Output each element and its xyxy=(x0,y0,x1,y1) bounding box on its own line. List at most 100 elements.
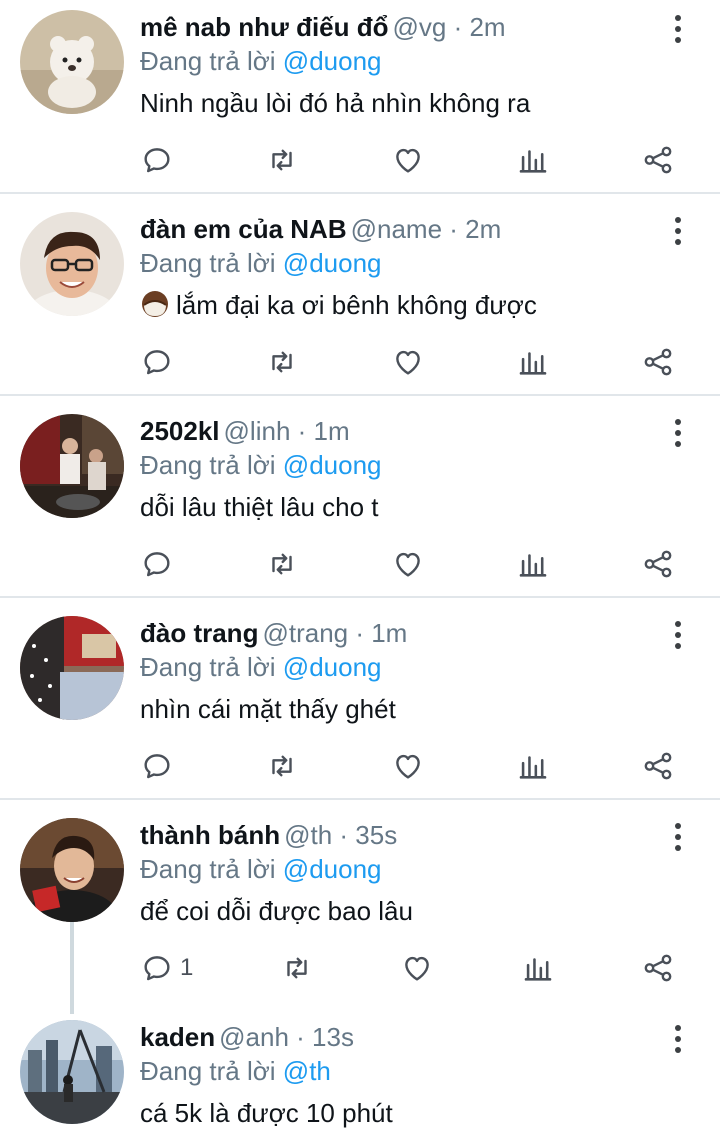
analytics-button[interactable] xyxy=(516,140,550,180)
action-bar xyxy=(140,140,675,180)
reply-feed: mê nab như điếu đổ @vg · 2m Đang trả lời … xyxy=(0,0,720,1148)
retweet-button[interactable] xyxy=(265,140,299,180)
reply-icon xyxy=(144,956,170,981)
analytics-button[interactable] xyxy=(516,544,550,584)
timestamp: · 35s xyxy=(339,820,398,850)
reply-icon xyxy=(144,552,170,577)
more-options-icon[interactable] xyxy=(666,12,690,46)
reply-mention[interactable]: @duong xyxy=(283,652,382,682)
heart-icon xyxy=(395,754,420,779)
author-name[interactable]: kaden xyxy=(140,1022,215,1052)
heart-icon xyxy=(395,552,420,577)
retweet-button[interactable] xyxy=(265,342,299,382)
tweet[interactable]: mê nab như điếu đổ @vg · 2m Đang trả lời … xyxy=(0,0,720,194)
more-options-icon[interactable] xyxy=(666,1022,690,1056)
analytics-button[interactable] xyxy=(516,746,550,786)
more-options-icon[interactable] xyxy=(666,618,690,652)
reply-count: 1 xyxy=(180,954,194,981)
coconut-emoji-icon xyxy=(142,291,168,317)
author-name[interactable]: mê nab như điếu đổ xyxy=(140,12,389,42)
share-button[interactable] xyxy=(641,948,675,988)
reply-mention[interactable]: @duong xyxy=(283,854,382,884)
like-button[interactable] xyxy=(391,544,425,584)
retweet-icon xyxy=(272,553,292,575)
share-icon xyxy=(644,348,672,376)
author-name[interactable]: 2502kl xyxy=(140,416,220,446)
author-handle[interactable]: @name xyxy=(351,214,442,244)
analytics-icon xyxy=(524,958,551,981)
avatar-image xyxy=(20,1020,124,1124)
timestamp: · 13s xyxy=(296,1022,354,1052)
share-button[interactable] xyxy=(641,140,675,180)
like-button[interactable] xyxy=(391,342,425,382)
like-button[interactable] xyxy=(391,746,425,786)
author-name[interactable]: đàn em của NAB xyxy=(140,214,347,244)
analytics-icon xyxy=(519,554,547,577)
reply-mention[interactable]: @th xyxy=(283,1056,331,1086)
tweet-text: Ninh ngầu lòi đó hả nhìn không ra xyxy=(140,88,531,118)
retweet-button[interactable] xyxy=(265,544,299,584)
tweet[interactable]: thành bánh @th · 35s Đang trả lời @duong … xyxy=(0,808,720,1002)
retweet-button[interactable] xyxy=(265,746,299,786)
author-name[interactable]: thành bánh xyxy=(140,820,280,850)
more-options-icon[interactable] xyxy=(666,214,690,248)
analytics-icon xyxy=(519,352,547,375)
author-handle[interactable]: @trang xyxy=(262,618,348,648)
reply-mention[interactable]: @duong xyxy=(283,248,382,278)
avatar[interactable] xyxy=(20,616,124,720)
avatar[interactable] xyxy=(20,818,124,922)
avatar-image xyxy=(20,818,124,922)
tweet[interactable]: đàn em của NAB @name · 2m Đang trả lời @d… xyxy=(0,202,720,396)
more-options-icon[interactable] xyxy=(666,416,690,450)
avatar-image xyxy=(20,10,124,114)
reply-context: Đang trả lời @duong xyxy=(140,44,660,78)
share-button[interactable] xyxy=(641,544,675,584)
analytics-button[interactable] xyxy=(521,948,555,988)
retweet-icon xyxy=(287,957,307,979)
author-handle[interactable]: @anh xyxy=(219,1022,289,1052)
author-handle[interactable]: @th xyxy=(284,820,332,850)
retweet-icon xyxy=(272,351,292,373)
action-bar xyxy=(140,544,675,584)
reply-mention[interactable]: @duong xyxy=(283,450,382,480)
analytics-button[interactable] xyxy=(516,342,550,382)
reply-mention[interactable]: @duong xyxy=(283,46,382,76)
timestamp: · 2m xyxy=(453,12,506,42)
share-button[interactable] xyxy=(641,342,675,382)
tweet-text: cá 5k là được 10 phút xyxy=(140,1098,393,1128)
share-icon xyxy=(644,146,672,174)
reply-icon xyxy=(144,754,170,779)
tweet[interactable]: 2502kl @linh · 1m Đang trả lời @duong dỗi… xyxy=(0,404,720,598)
analytics-icon xyxy=(519,150,547,173)
timestamp: · 1m xyxy=(297,416,350,446)
avatar[interactable] xyxy=(20,1020,124,1124)
reply-context: Đang trả lời @duong xyxy=(140,650,660,684)
author-name[interactable]: đào trang xyxy=(140,618,258,648)
more-options-icon[interactable] xyxy=(666,820,690,854)
reply-button[interactable] xyxy=(140,140,174,180)
tweet-text: dỗi lâu thiệt lâu cho t xyxy=(140,492,379,522)
avatar[interactable] xyxy=(20,212,124,316)
author-handle[interactable]: @vg xyxy=(393,12,447,42)
retweet-icon xyxy=(272,149,292,171)
like-button[interactable] xyxy=(400,948,434,988)
heart-icon xyxy=(405,956,430,981)
avatar[interactable] xyxy=(20,414,124,518)
retweet-icon xyxy=(272,755,292,777)
reply-button[interactable]: 1 xyxy=(140,948,193,988)
share-button[interactable] xyxy=(641,746,675,786)
tweet[interactable]: đào trang @trang · 1m Đang trả lời @duong… xyxy=(0,606,720,800)
retweet-button[interactable] xyxy=(280,948,314,988)
reply-button[interactable] xyxy=(140,544,174,584)
reply-prefix: Đang trả lời xyxy=(140,1056,276,1086)
avatar[interactable] xyxy=(20,10,124,114)
share-icon xyxy=(644,550,672,578)
reply-button[interactable] xyxy=(140,746,174,786)
reply-context: Đang trả lời @th xyxy=(140,1054,660,1088)
author-handle[interactable]: @linh xyxy=(224,416,291,446)
reply-prefix: Đang trả lời xyxy=(140,652,276,682)
reply-button[interactable] xyxy=(140,342,174,382)
like-button[interactable] xyxy=(391,140,425,180)
reply-prefix: Đang trả lời xyxy=(140,46,276,76)
tweet[interactable]: kaden @anh · 13s Đang trả lời @th cá 5k l… xyxy=(0,1010,720,1148)
